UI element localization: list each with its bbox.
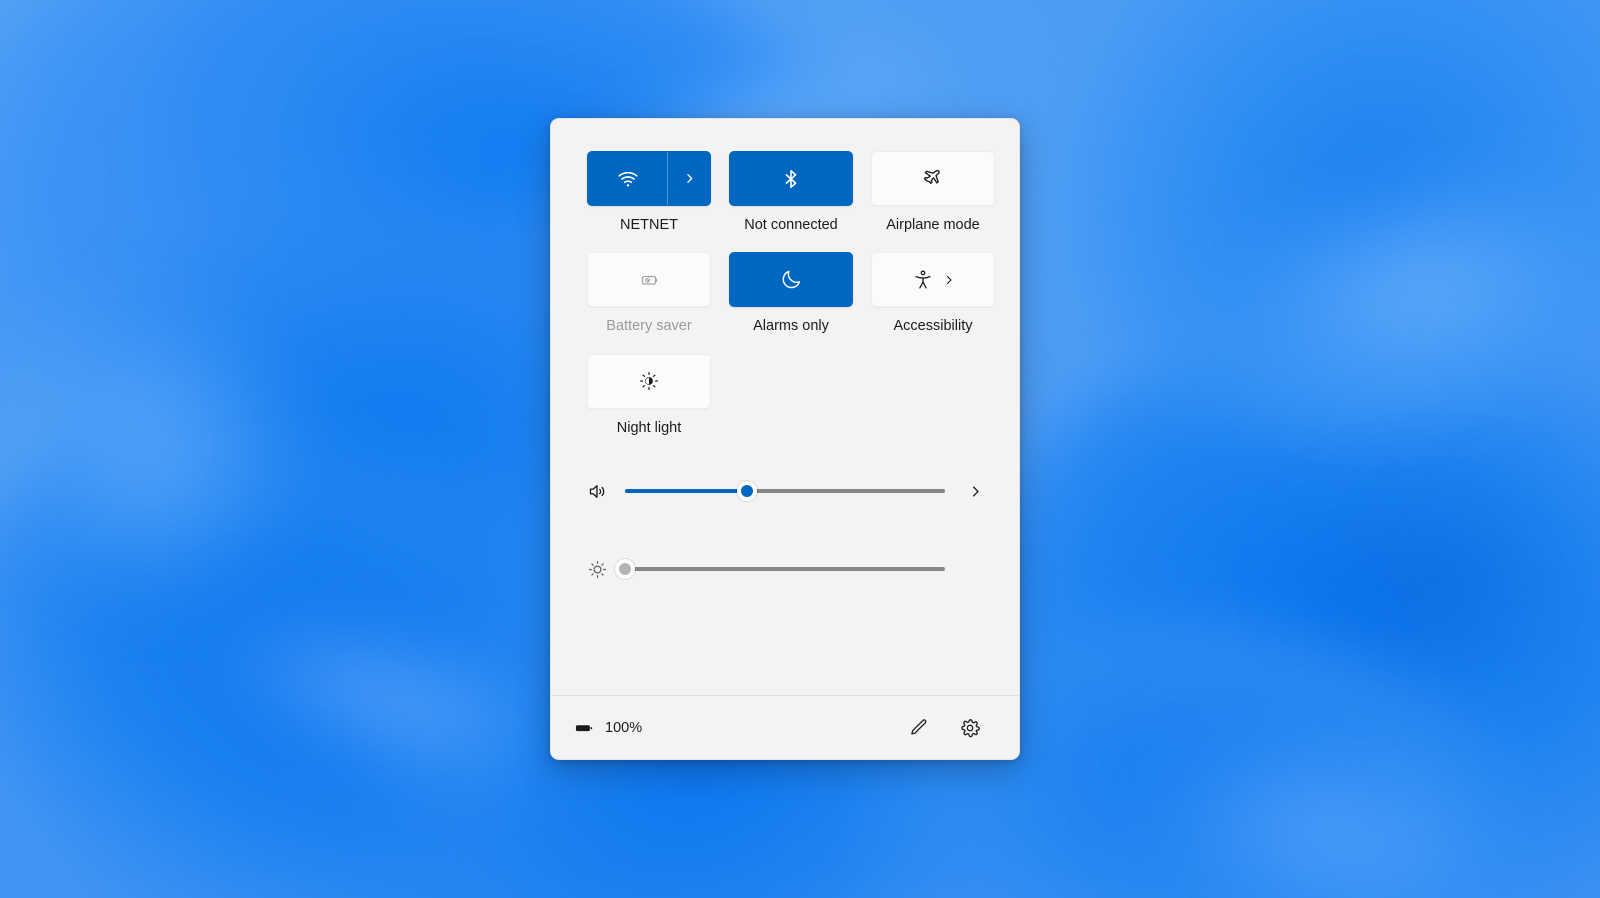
tile-label-night-light: Night light (587, 420, 711, 437)
wifi-icon (617, 168, 639, 190)
wifi-toggle-button[interactable] (588, 152, 667, 205)
quick-settings-tile-grid-row-2: Battery saver Alarms only (587, 252, 983, 335)
tile-row-spacer (587, 234, 983, 252)
battery-saver-icon (637, 268, 661, 292)
tile-wifi[interactable] (587, 151, 711, 206)
tile-label-alarms-only: Alarms only (729, 318, 853, 335)
volume-slider-fill (625, 489, 747, 493)
wifi-expand-button[interactable] (668, 152, 710, 205)
chevron-right-icon (683, 172, 696, 185)
pencil-icon (908, 717, 929, 738)
volume-slider-thumb[interactable] (737, 481, 757, 501)
tile-night-light[interactable] (587, 354, 711, 409)
open-settings-button[interactable] (951, 709, 989, 747)
volume-output-expand-button[interactable] (945, 484, 983, 499)
tile-airplane-mode[interactable] (871, 151, 995, 206)
battery-percent-label: 100% (605, 720, 642, 736)
tile-cell-battery-saver: Battery saver (587, 252, 711, 335)
tile-label-accessibility: Accessibility (871, 318, 995, 335)
accessibility-expand-chevron[interactable] (943, 274, 955, 286)
brightness-slider-track (625, 567, 945, 571)
volume-icon[interactable] (587, 481, 625, 502)
moon-icon (780, 268, 803, 291)
brightness-slider-row (587, 549, 983, 589)
brightness-slider[interactable] (625, 557, 945, 581)
quick-settings-body: NETNET Not connected (551, 119, 1019, 695)
tile-cell-night-light: Night light (587, 354, 711, 437)
tile-accessibility[interactable] (871, 252, 995, 307)
tile-row-spacer (587, 336, 983, 354)
tile-cell-airplane: Airplane mode (871, 151, 995, 234)
tile-label-bluetooth: Not connected (729, 217, 853, 234)
volume-slider-row (587, 471, 983, 511)
accessibility-icon (912, 269, 934, 291)
brightness-slider-thumb[interactable] (615, 559, 635, 579)
tile-alarms-only[interactable] (729, 252, 853, 307)
quick-settings-tile-grid-row-1: NETNET Not connected (587, 151, 983, 234)
bluetooth-icon (780, 168, 802, 190)
tile-label-airplane: Airplane mode (871, 217, 995, 234)
quick-settings-panel: NETNET Not connected (550, 118, 1020, 760)
quick-settings-footer: 100% (551, 695, 1019, 759)
airplane-icon (922, 167, 945, 190)
tile-label-wifi: NETNET (587, 217, 711, 234)
tile-cell-bluetooth: Not connected (729, 151, 853, 234)
tile-cell-wifi: NETNET (587, 151, 711, 234)
edit-quick-settings-button[interactable] (899, 709, 937, 747)
night-light-icon (638, 370, 660, 392)
tile-cell-alarms-only: Alarms only (729, 252, 853, 335)
battery-full-icon (573, 717, 595, 739)
tile-label-battery-saver: Battery saver (587, 318, 711, 335)
slider-section (587, 471, 983, 589)
tile-battery-saver (587, 252, 711, 307)
quick-settings-tile-grid-row-3: Night light (587, 354, 983, 437)
gear-icon (959, 717, 981, 739)
tile-bluetooth[interactable] (729, 151, 853, 206)
desktop-wallpaper: NETNET Not connected (0, 0, 1600, 898)
battery-status[interactable]: 100% (573, 717, 642, 739)
volume-slider[interactable] (625, 479, 945, 503)
tile-cell-accessibility: Accessibility (871, 252, 995, 335)
